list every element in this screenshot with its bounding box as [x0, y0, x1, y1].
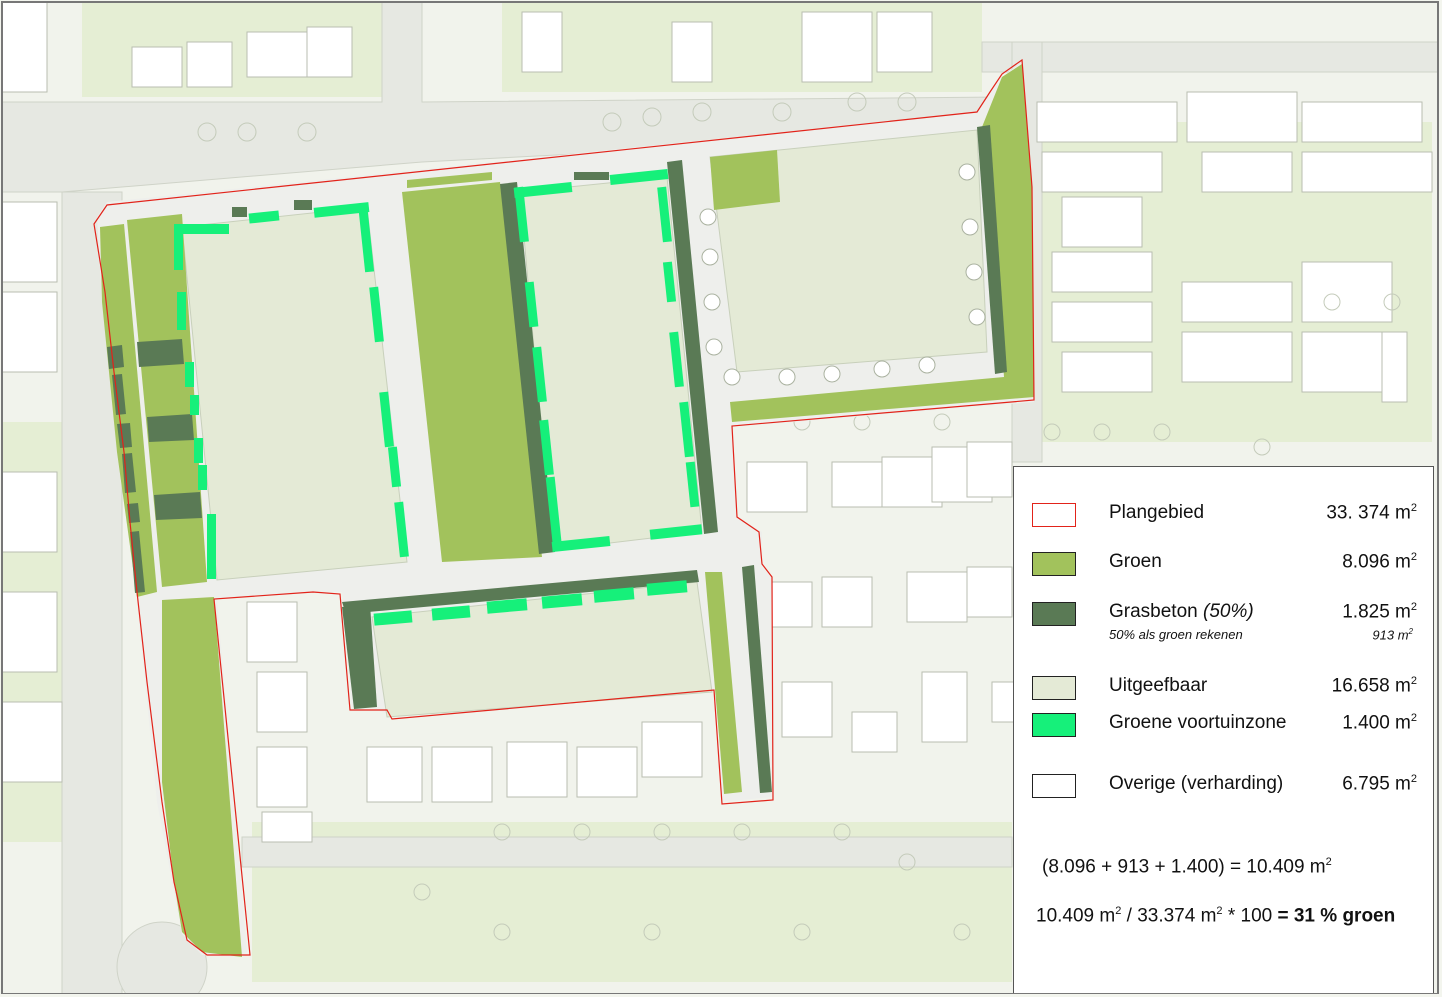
- plangebied-value: 33. 374 m2: [1326, 502, 1417, 524]
- groen-value: 8.096 m2: [1342, 551, 1417, 573]
- grasbeton-value: 1.825 m2: [1342, 601, 1417, 623]
- groen-swatch: [1032, 552, 1076, 576]
- overige-value: 6.795 m2: [1342, 773, 1417, 795]
- legend-row-grasbeton: Grasbeton (50%) 1.825 m2 50% als groen r…: [1014, 601, 1433, 642]
- overige-label: Overige (verharding): [1109, 773, 1284, 794]
- voortuinzone-swatch: [1032, 713, 1076, 737]
- plangebied-label: Plangebied: [1109, 502, 1205, 523]
- plangebied-swatch: [1032, 503, 1076, 527]
- grasbeton-half-value: 913 m2: [1372, 627, 1413, 643]
- overige-swatch: [1032, 774, 1076, 798]
- uitgeefbaar-label: Uitgeefbaar: [1109, 675, 1208, 696]
- legend-row-groen: Groen 8.096 m2: [1014, 551, 1433, 579]
- green-percentage-calculation: 10.409 m2 / 33.374 m2 * 100 = 31 % groen: [1036, 905, 1396, 927]
- legend-panel: Plangebied 33. 374 m2 Groen 8.096 m2 Gra…: [1013, 466, 1434, 994]
- legend-row-uitgeefbaar: Uitgeefbaar 16.658 m2: [1014, 675, 1433, 703]
- voortuinzone-value: 1.400 m2: [1342, 712, 1417, 734]
- map-frame: Plangebied 33. 374 m2 Groen 8.096 m2 Gra…: [0, 0, 1442, 997]
- voortuinzone-label: Groene voortuinzone: [1109, 712, 1287, 733]
- legend-row-voortuinzone: Groene voortuinzone 1.400 m2: [1014, 712, 1433, 740]
- groen-label: Groen: [1109, 551, 1162, 572]
- legend-row-overige: Overige (verharding) 6.795 m2: [1014, 773, 1433, 801]
- green-percentage-result: = 31 % groen: [1277, 905, 1396, 927]
- grasbeton-note: 50% als groen rekenen: [1109, 627, 1243, 642]
- uitgeefbaar-swatch: [1032, 676, 1076, 700]
- grasbeton-swatch: [1032, 602, 1076, 626]
- grasbeton-label: Grasbeton (50%): [1109, 601, 1254, 622]
- legend-row-plangebied: Plangebied 33. 374 m2: [1014, 502, 1433, 530]
- green-sum-calculation: (8.096 + 913 + 1.400) = 10.409 m2: [1042, 856, 1332, 878]
- uitgeefbaar-value: 16.658 m2: [1331, 675, 1417, 697]
